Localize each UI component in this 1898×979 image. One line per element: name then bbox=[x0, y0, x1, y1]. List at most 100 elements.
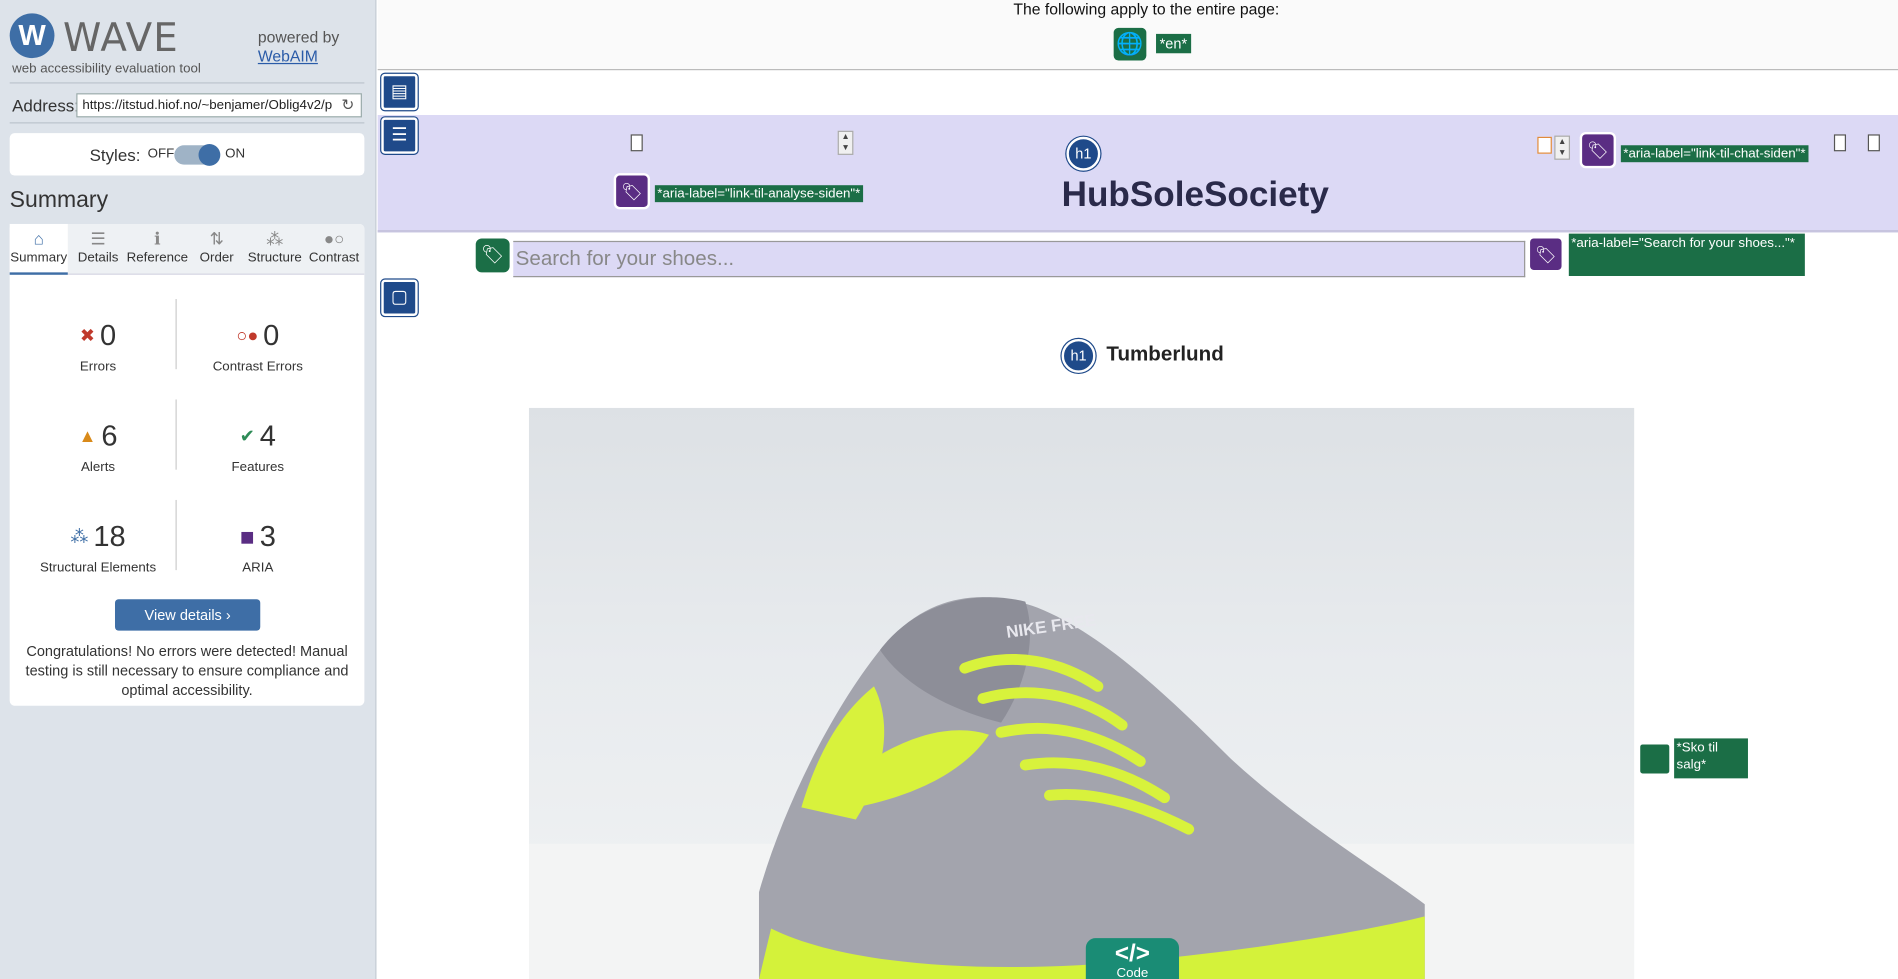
wave-logo-icon: W bbox=[9, 13, 55, 59]
tab-contrast[interactable]: ●○ Contrast bbox=[305, 224, 363, 275]
divider bbox=[175, 499, 177, 571]
language-tag: *en* bbox=[1156, 33, 1191, 54]
aria-label-analyse: *aria-label="link-til-analyse-siden"* bbox=[654, 185, 863, 203]
aria-tag-icon[interactable]: 🏷 bbox=[1527, 236, 1564, 273]
wave-sidebar: W WAVE web accessibility evaluation tool… bbox=[0, 0, 377, 979]
tab-label: Summary bbox=[10, 250, 68, 266]
structure-icon: ⁂ bbox=[70, 526, 89, 548]
tab-summary[interactable]: ⌂ Summary bbox=[9, 223, 68, 275]
tab-label: Details bbox=[77, 250, 119, 266]
divider bbox=[175, 399, 177, 470]
product-image[interactable]: NIKE FREE bbox=[528, 407, 1635, 979]
stat-contrast-errors: ○● 0 Contrast Errors bbox=[179, 318, 336, 374]
divider bbox=[9, 122, 365, 124]
page-note-text: The following apply to the entire page: bbox=[1013, 0, 1280, 19]
address-label: Address: bbox=[12, 95, 79, 115]
address-input[interactable]: https://itstud.hiof.no/~benjamer/Oblig4v… bbox=[76, 93, 362, 118]
logo-subtitle: web accessibility evaluation tool bbox=[12, 61, 201, 77]
h1-badge-icon[interactable]: h1 bbox=[1066, 136, 1101, 171]
features-label: Features bbox=[231, 459, 285, 475]
empty-link-box[interactable] bbox=[1867, 134, 1880, 152]
stat-aria: ◼ 3 ARIA bbox=[179, 519, 336, 575]
congrats-message: Congratulations! No errors were detected… bbox=[25, 642, 349, 699]
search-input[interactable]: Search for your shoes... bbox=[513, 240, 1526, 278]
site-title[interactable]: HubSoleSociety bbox=[1062, 176, 1329, 216]
evaluated-page: The following apply to the entire page: … bbox=[377, 0, 1898, 979]
error-icon: ✖ bbox=[79, 325, 96, 347]
empty-link-box[interactable] bbox=[630, 134, 643, 152]
structural-count: 18 bbox=[93, 520, 126, 554]
aria-label: ARIA bbox=[242, 560, 274, 575]
aria-label-search: *aria-label="Search for your shoes..."* bbox=[1568, 233, 1805, 276]
navigation-region-icon[interactable]: ☰ bbox=[381, 117, 418, 154]
aria-label-chat: *aria-label="link-til-chat-siden"* bbox=[1620, 145, 1808, 163]
list-icon: ☰ bbox=[90, 228, 106, 249]
styles-toggle-box: Styles: OFF ON bbox=[9, 133, 365, 176]
stat-features: ✔ 4 Features bbox=[179, 419, 336, 475]
image-alt-icon[interactable] bbox=[1639, 743, 1671, 775]
refresh-icon[interactable]: ↻ bbox=[341, 96, 354, 115]
page-wide-notice: The following apply to the entire page: … bbox=[377, 0, 1898, 71]
contrast-errors-label: Contrast Errors bbox=[212, 359, 303, 375]
aria-tag-icon[interactable]: 🏷 bbox=[1579, 131, 1617, 169]
powered-by-text: powered by bbox=[257, 27, 340, 46]
main-region-icon[interactable]: ▢ bbox=[381, 279, 418, 316]
tab-label: Structure bbox=[247, 250, 302, 266]
alerts-count: 6 bbox=[101, 420, 118, 453]
shoe-illustration: NIKE FREE bbox=[528, 597, 1635, 979]
structural-label: Structural Elements bbox=[39, 560, 157, 575]
tab-reference[interactable]: ℹ Reference bbox=[126, 224, 189, 275]
wave-logo-text: WAVE bbox=[62, 14, 179, 61]
aria-cube-icon: ◼ bbox=[239, 526, 255, 548]
alerts-label: Alerts bbox=[81, 459, 116, 475]
styles-off-label: OFF bbox=[147, 146, 175, 161]
summary-heading: Summary bbox=[9, 187, 109, 214]
powered-by: powered by WebAIM bbox=[258, 28, 339, 67]
tab-details[interactable]: ☰ Details bbox=[70, 224, 126, 275]
alert-icon: ▲ bbox=[78, 426, 97, 447]
feature-icon: ✔ bbox=[239, 426, 255, 447]
webaim-link[interactable]: WebAIM bbox=[258, 47, 318, 65]
h1-badge-icon[interactable]: h1 bbox=[1061, 338, 1096, 373]
order-icon: ⇅ bbox=[209, 228, 224, 249]
label-tag-icon[interactable]: 🏷 bbox=[475, 238, 510, 273]
errors-label: Errors bbox=[79, 359, 117, 375]
empty-link-box[interactable] bbox=[1833, 134, 1847, 152]
summary-panel: ⌂ Summary ☰ Details ℹ Reference ⇅ Order … bbox=[9, 223, 365, 706]
globe-icon[interactable]: 🌐 bbox=[1113, 27, 1147, 61]
divider bbox=[175, 298, 177, 370]
code-toggle-button[interactable]: </> Code bbox=[1085, 938, 1180, 979]
view-details-button[interactable]: View details › bbox=[114, 599, 261, 631]
tab-label: Contrast bbox=[308, 250, 360, 266]
tab-label: Reference bbox=[126, 250, 189, 266]
toggle-knob bbox=[198, 144, 221, 166]
stat-structural: ⁂ 18 Structural Elements bbox=[19, 519, 176, 575]
home-icon: ⌂ bbox=[33, 228, 44, 249]
styles-on-label: ON bbox=[225, 146, 246, 161]
code-icon: </> bbox=[1114, 940, 1150, 968]
contrast-icon: ●○ bbox=[323, 228, 345, 249]
stepper-control[interactable]: ▲ ▼ bbox=[1554, 135, 1571, 160]
styles-label: Styles: bbox=[89, 145, 141, 165]
stat-alerts: ▲ 6 Alerts bbox=[19, 419, 176, 475]
aria-tag-icon[interactable]: 🏷 bbox=[613, 173, 651, 210]
features-count: 4 bbox=[259, 420, 276, 453]
structure-icon: ⁂ bbox=[266, 228, 284, 249]
panel-tabs: ⌂ Summary ☰ Details ℹ Reference ⇅ Order … bbox=[9, 223, 365, 275]
image-alt-text: *Sko til salg* bbox=[1674, 738, 1748, 779]
divider bbox=[9, 82, 365, 84]
header-region-icon[interactable]: ▤ bbox=[381, 73, 418, 111]
info-icon: ℹ bbox=[154, 228, 161, 249]
alert-box-icon[interactable] bbox=[1537, 136, 1552, 154]
tab-structure[interactable]: ⁂ Structure bbox=[245, 224, 306, 275]
product-title: Tumberlund bbox=[1106, 342, 1224, 366]
code-label: Code bbox=[1116, 965, 1149, 979]
stat-errors: ✖ 0 Errors bbox=[19, 318, 176, 374]
styles-toggle[interactable] bbox=[174, 144, 221, 166]
tab-label: Order bbox=[199, 250, 234, 266]
errors-count: 0 bbox=[99, 319, 117, 353]
stepper-control[interactable]: ▲ ▼ bbox=[837, 130, 854, 155]
contrast-errors-count: 0 bbox=[263, 319, 280, 353]
tab-order[interactable]: ⇅ Order bbox=[191, 224, 242, 275]
contrast-error-icon: ○● bbox=[236, 325, 259, 347]
